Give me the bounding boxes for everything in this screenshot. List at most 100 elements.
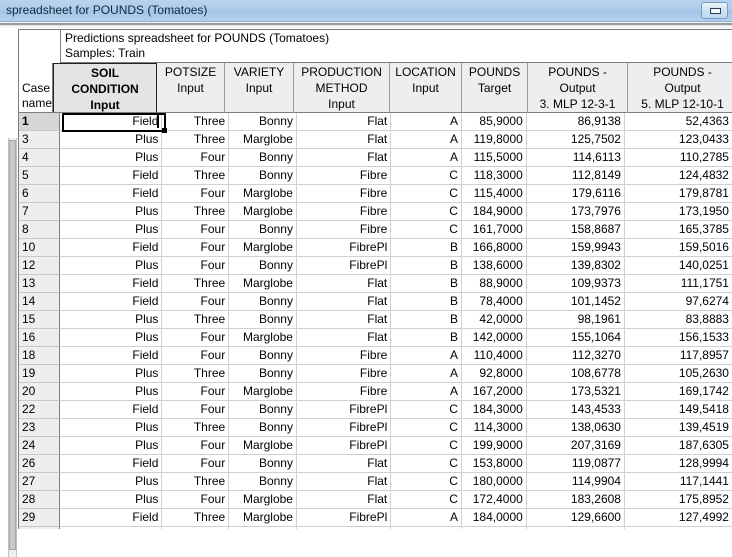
- table-row[interactable]: 16PlusFourMarglobeFlatB142,0000155,10641…: [19, 329, 732, 347]
- table-row[interactable]: 14FieldFourBonnyFlatB78,4000101,145297,6…: [19, 293, 732, 311]
- cell-r0-c3[interactable]: Flat: [297, 113, 391, 131]
- cell-r12-c3[interactable]: Flat: [297, 329, 391, 347]
- cell-r0-c1[interactable]: Three: [162, 113, 229, 131]
- column-header-6[interactable]: POUNDS -Output3. MLP 12-3-1: [528, 63, 628, 113]
- cell-r17-c1[interactable]: Three: [162, 419, 229, 437]
- row-header[interactable]: 13: [19, 275, 60, 293]
- cell-r9-c6[interactable]: 109,9373: [527, 275, 625, 293]
- cell-r12-c0[interactable]: Plus: [60, 329, 162, 347]
- cell-r14-c6[interactable]: 108,6778: [527, 365, 625, 383]
- cell-r18-c5[interactable]: 199,9000: [462, 437, 527, 455]
- cell-r20-c6[interactable]: 114,9904: [527, 473, 625, 491]
- cell-r21-c5[interactable]: 172,4000: [462, 491, 527, 509]
- cell-r13-c3[interactable]: Fibre: [297, 347, 391, 365]
- cell-r9-c4[interactable]: B: [391, 275, 462, 293]
- spreadsheet-grid[interactable]: Predictions spreadsheet for POUNDS (Toma…: [18, 29, 732, 529]
- cell-r21-c6[interactable]: 183,2608: [527, 491, 625, 509]
- cell-r21-c1[interactable]: Four: [162, 491, 229, 509]
- cell-r2-c4[interactable]: A: [391, 149, 462, 167]
- table-row[interactable]: 19PlusThreeBonnyFibreA92,8000108,6778105…: [19, 365, 732, 383]
- cell-r1-c6[interactable]: 125,7502: [527, 131, 625, 149]
- cell-r1-c7[interactable]: 123,0433: [625, 131, 732, 149]
- cell-r2-c5[interactable]: 115,5000: [462, 149, 527, 167]
- table-row[interactable]: 13FieldThreeMarglobeFlatB88,9000109,9373…: [19, 275, 732, 293]
- cell-r0-c0[interactable]: Field: [60, 113, 162, 131]
- cell-r3-c4[interactable]: C: [391, 167, 462, 185]
- window-titlebar[interactable]: spreadsheet for POUNDS (Tomatoes): [0, 0, 732, 22]
- cell-r12-c2[interactable]: Marglobe: [229, 329, 297, 347]
- cell-r6-c0[interactable]: Plus: [60, 221, 162, 239]
- case-name-corner-header[interactable]: Case name: [19, 63, 53, 113]
- column-header-3[interactable]: PRODUCTIONMETHODInput: [294, 63, 390, 113]
- cell-r20-c7[interactable]: 117,1441: [625, 473, 732, 491]
- cell-r21-c7[interactable]: 175,8952: [625, 491, 732, 509]
- cell-r13-c4[interactable]: A: [391, 347, 462, 365]
- row-header[interactable]: 29: [19, 509, 60, 527]
- table-row[interactable]: 1FieldThreeBonnyFlatA85,900086,913852,43…: [19, 113, 732, 131]
- cell-r16-c0[interactable]: Field: [60, 401, 162, 419]
- table-row[interactable]: 26FieldFourBonnyFlatC153,8000119,0877128…: [19, 455, 732, 473]
- cell-r7-c3[interactable]: FibrePl: [297, 239, 391, 257]
- cell-r15-c7[interactable]: 169,1742: [625, 383, 732, 401]
- cell-r3-c1[interactable]: Three: [162, 167, 229, 185]
- row-header[interactable]: 5: [19, 167, 60, 185]
- cell-r1-c5[interactable]: 119,8000: [462, 131, 527, 149]
- cell-r4-c6[interactable]: 179,6116: [527, 185, 625, 203]
- cell-r3-c6[interactable]: 112,8149: [527, 167, 625, 185]
- cell-r1-c0[interactable]: Plus: [60, 131, 162, 149]
- cell-r12-c4[interactable]: B: [391, 329, 462, 347]
- table-row[interactable]: 20PlusFourMarglobeFibreA167,2000173,5321…: [19, 383, 732, 401]
- cell-r22-c5[interactable]: 184,0000: [462, 509, 527, 527]
- row-header[interactable]: 10: [19, 239, 60, 257]
- cell-r12-c1[interactable]: Four: [162, 329, 229, 347]
- cell-r11-c1[interactable]: Three: [162, 311, 229, 329]
- table-row[interactable]: 4PlusFourBonnyFlatA115,5000114,6113110,2…: [19, 149, 732, 167]
- cell-r11-c5[interactable]: 42,0000: [462, 311, 527, 329]
- row-header[interactable]: 22: [19, 401, 60, 419]
- cell-r22-c4[interactable]: A: [391, 509, 462, 527]
- row-header[interactable]: 28: [19, 491, 60, 509]
- cell-r8-c7[interactable]: 140,0251: [625, 257, 732, 275]
- row-header[interactable]: 14: [19, 293, 60, 311]
- cell-r4-c2[interactable]: Marglobe: [229, 185, 297, 203]
- cell-r13-c5[interactable]: 110,4000: [462, 347, 527, 365]
- cell-r8-c6[interactable]: 139,8302: [527, 257, 625, 275]
- cell-r19-c7[interactable]: 128,9994: [625, 455, 732, 473]
- cell-r0-c7[interactable]: 52,4363: [625, 113, 732, 131]
- cell-r20-c5[interactable]: 180,0000: [462, 473, 527, 491]
- cell-r18-c6[interactable]: 207,3169: [527, 437, 625, 455]
- cell-r6-c7[interactable]: 165,3785: [625, 221, 732, 239]
- cell-r17-c3[interactable]: FibrePl: [297, 419, 391, 437]
- cell-r5-c5[interactable]: 184,9000: [462, 203, 527, 221]
- table-row[interactable]: 15PlusThreeBonnyFlatB42,000098,196183,88…: [19, 311, 732, 329]
- cell-r20-c2[interactable]: Bonny: [229, 473, 297, 491]
- cell-r4-c7[interactable]: 179,8781: [625, 185, 732, 203]
- table-row[interactable]: 7PlusThreeMarglobeFibreC184,9000173,7976…: [19, 203, 732, 221]
- cell-r8-c1[interactable]: Four: [162, 257, 229, 275]
- table-row[interactable]: 24PlusFourMarglobeFibrePlC199,9000207,31…: [19, 437, 732, 455]
- cell-r9-c2[interactable]: Marglobe: [229, 275, 297, 293]
- cell-r17-c4[interactable]: C: [391, 419, 462, 437]
- cell-r2-c3[interactable]: Flat: [297, 149, 391, 167]
- cell-r17-c2[interactable]: Bonny: [229, 419, 297, 437]
- cell-r10-c3[interactable]: Flat: [297, 293, 391, 311]
- row-header[interactable]: 12: [19, 257, 60, 275]
- cell-r19-c1[interactable]: Four: [162, 455, 229, 473]
- cell-r20-c3[interactable]: Flat: [297, 473, 391, 491]
- table-row[interactable]: 6FieldFourMarglobeFibreC115,4000179,6116…: [19, 185, 732, 203]
- row-header[interactable]: 27: [19, 473, 60, 491]
- cell-r9-c3[interactable]: Flat: [297, 275, 391, 293]
- cell-r13-c0[interactable]: Field: [60, 347, 162, 365]
- cell-r21-c4[interactable]: C: [391, 491, 462, 509]
- cell-r22-c1[interactable]: Three: [162, 509, 229, 527]
- cell-r9-c0[interactable]: Field: [60, 275, 162, 293]
- row-header[interactable]: 20: [19, 383, 60, 401]
- cell-r16-c7[interactable]: 149,5418: [625, 401, 732, 419]
- cell-r3-c7[interactable]: 124,4832: [625, 167, 732, 185]
- cell-r17-c5[interactable]: 114,3000: [462, 419, 527, 437]
- spreadsheet-body[interactable]: 1FieldThreeBonnyFlatA85,900086,913852,43…: [19, 113, 732, 529]
- cell-r4-c3[interactable]: Fibre: [297, 185, 391, 203]
- cell-r0-c5[interactable]: 85,9000: [462, 113, 527, 131]
- cell-r2-c7[interactable]: 110,2785: [625, 149, 732, 167]
- column-header-0[interactable]: SOILCONDITIONInput: [53, 63, 157, 113]
